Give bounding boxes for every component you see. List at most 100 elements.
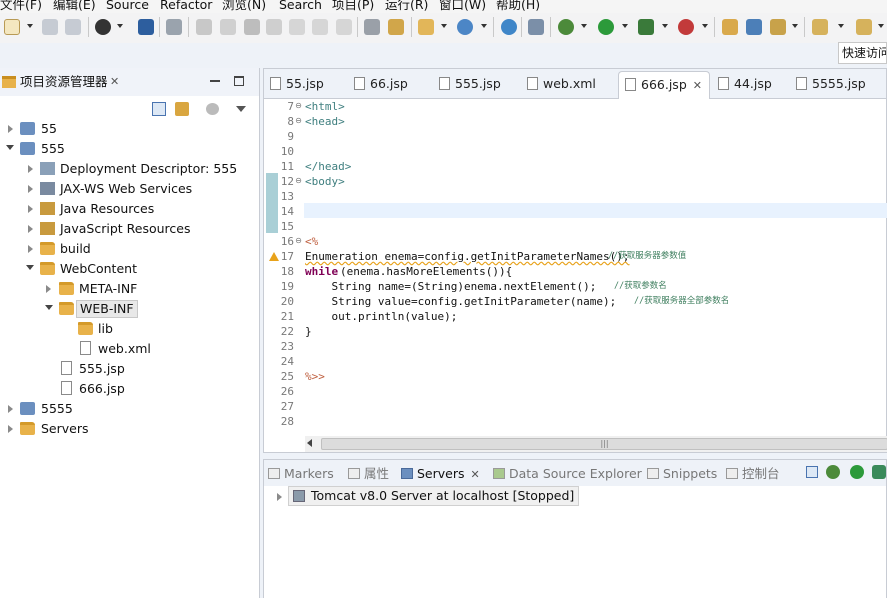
step-into-icon[interactable] [289,19,305,35]
tab-console[interactable]: 控制台 [726,464,780,484]
suspend-icon[interactable] [220,19,236,35]
chevron-down-icon[interactable] [441,24,447,28]
menu-file[interactable]: 文件(F) [0,0,42,13]
tree-item-555[interactable]: 555 [0,139,260,159]
new-project-icon[interactable] [418,19,434,35]
skip-breakpoints-icon[interactable] [166,19,182,35]
chevron-down-icon[interactable] [838,24,844,28]
run-icon[interactable] [598,19,614,35]
quick-access-input[interactable]: 快速访问 [838,42,887,64]
resume-icon[interactable] [196,19,212,35]
pen-icon[interactable] [770,19,786,35]
web-browser-icon[interactable] [501,19,517,35]
expand-arrow-icon[interactable] [28,185,33,193]
chevron-down-icon[interactable] [622,24,628,28]
save-all-icon[interactable] [65,19,81,35]
tab-properties[interactable]: 属性 [348,464,389,484]
coverage-icon[interactable] [678,19,694,35]
tree-item-java-resources[interactable]: Java Resources [0,199,260,219]
collapse-all-icon[interactable] [806,466,818,478]
expand-arrow-icon[interactable] [8,425,13,433]
save-icon[interactable] [42,19,58,35]
chevron-down-icon[interactable] [878,24,884,28]
tab-44-jsp[interactable]: 44.jsp [718,69,772,99]
tab-666-jsp[interactable]: 666.jsp ✕ [618,71,710,99]
expand-arrow-icon[interactable] [277,493,282,501]
expand-arrow-icon[interactable] [28,165,33,173]
minimize-icon[interactable] [210,80,220,82]
collapse-all-icon[interactable] [152,102,166,116]
tree-item-jaxws[interactable]: JAX-WS Web Services [0,179,260,199]
tab-55-jsp[interactable]: 55.jsp [270,69,324,99]
tab-snippets[interactable]: Snippets [647,464,717,484]
tree-item-web-inf[interactable]: WEB-INF [0,299,260,319]
expand-arrow-icon[interactable] [46,285,51,293]
tree-item-web-xml[interactable]: web.xml [0,339,260,359]
profile-icon[interactable] [95,19,111,35]
menu-window[interactable]: 窗口(W) [439,0,486,13]
collapse-arrow-icon[interactable] [45,305,53,310]
previous-annotation-icon[interactable] [856,19,872,35]
expand-arrow-icon[interactable] [8,125,13,133]
menu-search[interactable]: Search [279,0,322,13]
chevron-down-icon[interactable] [27,24,33,28]
scroll-left-icon[interactable] [307,439,312,447]
view-menu-icon[interactable] [236,106,246,112]
tree-item-666-jsp[interactable]: 666.jsp [0,379,260,399]
chevron-down-icon[interactable] [662,24,668,28]
close-icon[interactable]: ✕ [110,74,119,90]
menu-source[interactable]: Source [106,0,149,13]
tab-servers[interactable]: Servers ✕ [401,464,480,484]
open-folder-icon[interactable] [722,19,738,35]
chevron-down-icon[interactable] [581,24,587,28]
chevron-down-icon[interactable] [481,24,487,28]
close-icon[interactable]: ✕ [693,79,702,92]
expand-arrow-icon[interactable] [28,245,33,253]
collapse-arrow-icon[interactable] [6,145,14,150]
terminate-icon[interactable] [244,19,260,35]
profile-server-icon[interactable] [872,465,886,479]
debug-icon[interactable] [558,19,574,35]
scrollbar-thumb[interactable]: ||| [321,438,887,450]
menu-project[interactable]: 项目(P) [332,0,374,13]
debug-server-icon[interactable] [826,465,840,479]
expand-arrow-icon[interactable] [8,405,13,413]
menu-help[interactable]: 帮助(H) [496,0,540,13]
filter-icon[interactable] [206,103,219,115]
open-type-icon[interactable] [388,19,404,35]
close-icon[interactable]: ✕ [471,468,480,481]
tree-item-servers[interactable]: Servers [0,419,260,439]
search-icon[interactable] [746,19,762,35]
tab-web-xml[interactable]: web.xml [527,69,596,99]
horizontal-scrollbar[interactable]: ||| [305,436,887,452]
tree-item-555-jsp[interactable]: 555.jsp [0,359,260,379]
warning-icon[interactable] [269,252,279,261]
menu-navigate[interactable]: 浏览(N) [222,0,266,13]
open-perspective-icon[interactable] [528,19,544,35]
fold-collapse-icon[interactable]: ⊖ [294,102,303,111]
server-entry[interactable]: Tomcat v8.0 Server at localhost [Stopped… [288,486,580,506]
use-step-filters-icon[interactable] [364,19,380,35]
next-annotation-icon[interactable] [812,19,828,35]
tree-item-lib[interactable]: lib [0,319,260,339]
expand-arrow-icon[interactable] [28,225,33,233]
fold-collapse-icon[interactable]: ⊖ [294,117,303,126]
chevron-down-icon[interactable] [792,24,798,28]
tab-555-jsp[interactable]: 555.jsp [439,69,501,99]
tree-item-webcontent[interactable]: WebContent [0,259,260,279]
chevron-down-icon[interactable] [702,24,708,28]
new-server-icon[interactable] [457,19,473,35]
link-with-editor-icon[interactable] [175,102,189,116]
expand-arrow-icon[interactable] [28,205,33,213]
tree-item-javascript-resources[interactable]: JavaScript Resources [0,219,260,239]
tab-66-jsp[interactable]: 66.jsp [354,69,408,99]
tree-item-5555[interactable]: 5555 [0,399,260,419]
run-last-tool-icon[interactable] [638,19,654,35]
tree-item-build[interactable]: build [0,239,260,259]
collapse-arrow-icon[interactable] [26,265,34,270]
step-over-icon[interactable] [312,19,328,35]
menu-edit[interactable]: 编辑(E) [53,0,96,13]
tab-markers[interactable]: Markers [268,464,334,484]
console-icon[interactable] [138,19,154,35]
menu-refactor[interactable]: Refactor [160,0,212,13]
